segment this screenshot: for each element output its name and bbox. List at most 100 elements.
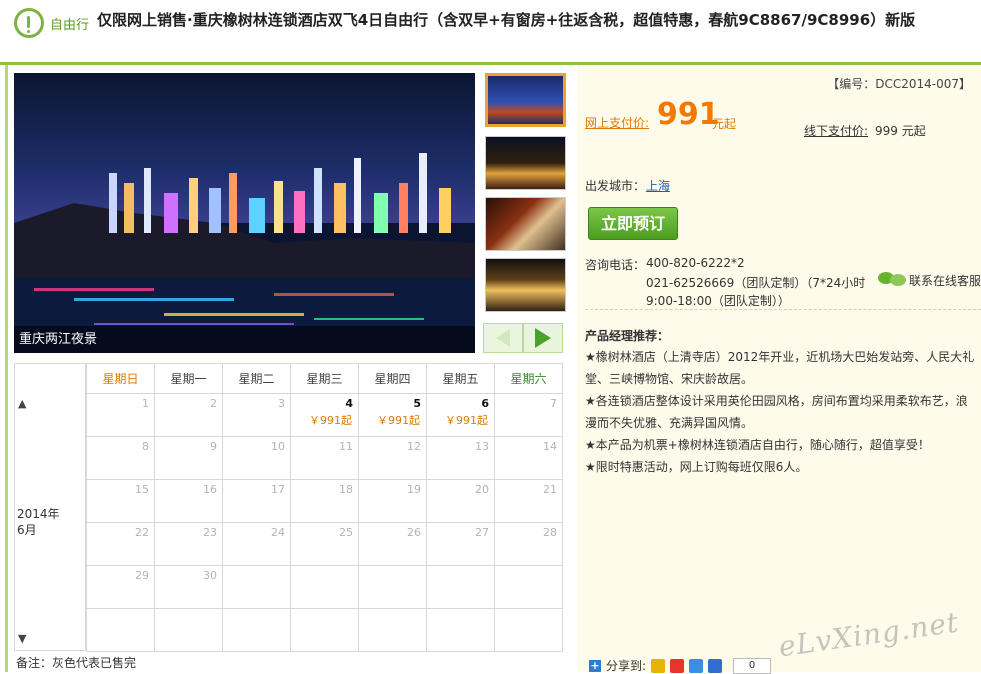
prev-month-arrow-icon[interactable]: ▲ [18, 397, 26, 410]
calendar-day-cell [494, 565, 563, 609]
day-number: 10 [271, 440, 285, 453]
main-photo[interactable]: 重庆两江夜景 [14, 73, 475, 353]
gallery-next-button[interactable] [523, 323, 563, 353]
recommendation-title: 产品经理推荐： [585, 329, 670, 343]
book-now-button[interactable]: 立即预订 [588, 207, 678, 240]
weekday-header: 星期日 [86, 363, 155, 394]
calendar-day-cell: 10 [222, 436, 291, 480]
day-number: 29 [135, 569, 149, 582]
online-service-link[interactable]: 联系在线客服 [909, 272, 981, 289]
calendar-day-cell: 19 [358, 479, 427, 523]
online-price-label[interactable]: 网上支付价: [585, 114, 649, 131]
day-number: 24 [271, 526, 285, 539]
section-divider [585, 309, 981, 311]
calendar-year: 2014年 [17, 507, 60, 521]
gallery-prev-button[interactable] [483, 323, 523, 353]
calendar-day-cell: 24 [222, 522, 291, 566]
calendar-day-cell [358, 608, 427, 652]
calendar-day-cell [222, 608, 291, 652]
day-number: 27 [475, 526, 489, 539]
calendar-day-cell [426, 565, 495, 609]
calendar-day-cell: 21 [494, 479, 563, 523]
day-number: 9 [210, 440, 217, 453]
thumbnail-3[interactable] [485, 197, 566, 251]
calendar-week-row: 29 30 [86, 565, 563, 609]
calendar-day-cell: 20 [426, 479, 495, 523]
calendar-day-cell: 18 [290, 479, 359, 523]
day-number: 5 [413, 397, 421, 410]
day-number: 30 [203, 569, 217, 582]
recommendation-item: ★橡树林酒店（上清寺店）2012年开业，近机场大巴始发站旁、人民大礼堂、三峡博物… [585, 350, 975, 386]
calendar-day-cell [358, 565, 427, 609]
arrow-left-icon [496, 329, 510, 347]
calendar-day-cell [494, 608, 563, 652]
day-number: 3 [278, 397, 285, 410]
day-number: 15 [135, 483, 149, 496]
day-number: 28 [543, 526, 557, 539]
share-label[interactable]: 分享到: [606, 657, 646, 674]
plus-icon[interactable]: + [589, 659, 601, 672]
calendar-day-cell [290, 565, 359, 609]
recommendation-item: ★本产品为机票+橡树林连锁酒店自由行，随心随行，超值享受！ [585, 438, 930, 452]
day-number: 26 [407, 526, 421, 539]
calendar-day-cell: 29 [86, 565, 155, 609]
day-number: 16 [203, 483, 217, 496]
calendar-day-cell: 23 [154, 522, 223, 566]
offline-price-label[interactable]: 线下支付价: [804, 122, 868, 139]
calendar-day-cell: 11 [290, 436, 359, 480]
chat-bubble-icon[interactable] [878, 271, 908, 287]
weekday-header: 星期一 [154, 363, 223, 394]
departure-calendar: ▲ 2014年 6月 ▼ 星期日 星期一 星期二 星期三 星期四 星期五 星期六… [14, 363, 563, 652]
day-number: 13 [475, 440, 489, 453]
next-month-arrow-icon[interactable]: ▼ [18, 632, 26, 645]
calendar-year-month: 2014年 6月 [17, 506, 77, 538]
calendar-day-cell: 7 [494, 393, 563, 437]
calendar-day-cell: 12 [358, 436, 427, 480]
calendar-day-cell: 9 [154, 436, 223, 480]
thumbnail-4[interactable] [485, 258, 566, 312]
day-number: 18 [339, 483, 353, 496]
tencent-share-icon[interactable] [689, 658, 704, 673]
departure-city-link[interactable]: 上海 [646, 177, 670, 194]
day-number: 23 [203, 526, 217, 539]
day-number: 17 [271, 483, 285, 496]
calendar-day-cell: 14 [494, 436, 563, 480]
calendar-week-row [86, 608, 563, 652]
calendar-day-cell: 28 [494, 522, 563, 566]
calendar-side: ▲ 2014年 6月 ▼ [14, 363, 86, 651]
weibo-share-icon[interactable] [670, 658, 685, 673]
product-code: 【编号：DCC2014-007】 [827, 77, 971, 91]
calendar-day-cell [86, 608, 155, 652]
calendar-day-cell[interactable]: 4 ￥991起 [290, 393, 359, 437]
calendar-day-cell: 1 [86, 393, 155, 437]
day-number: 4 [345, 397, 353, 410]
calendar-grid: 星期日 星期一 星期二 星期三 星期四 星期五 星期六 1 2 3 4 ￥991起 5 ￥9… [86, 363, 563, 652]
share-bar: + 分享到: 0 [589, 657, 772, 674]
phone-number: 400-820-6222*2 [646, 256, 745, 270]
calendar-week-row: 1 2 3 4 ￥991起 5 ￥991起 6 ￥991起 7 [86, 393, 563, 437]
thumbnail-1[interactable] [485, 73, 566, 127]
renren-share-icon[interactable] [708, 658, 723, 673]
phone-number-team: 021-62526669（团队定制）（7*24小时 [646, 276, 866, 290]
day-number: 8 [142, 440, 149, 453]
calendar-week-row: 8 9 10 11 12 13 14 [86, 436, 563, 480]
calendar-week-row: 15 16 17 18 19 20 21 [86, 479, 563, 523]
calendar-day-cell: 2 [154, 393, 223, 437]
calendar-note: 备注：灰色代表已售完 [16, 656, 137, 670]
day-price: ￥991起 [377, 414, 420, 427]
calendar-day-cell [154, 608, 223, 652]
qzone-share-icon[interactable] [651, 658, 666, 673]
calendar-day-cell: 22 [86, 522, 155, 566]
day-number: 7 [550, 397, 557, 410]
online-price-suffix: 元起 [712, 117, 737, 131]
thumbnail-2[interactable] [485, 136, 566, 190]
calendar-day-cell[interactable]: 5 ￥991起 [358, 393, 427, 437]
day-number: 25 [339, 526, 353, 539]
weekday-header: 星期五 [426, 363, 495, 394]
weekday-header: 星期六 [494, 363, 563, 394]
online-price: 991 [657, 97, 720, 132]
departure-city-label: 出发城市： [585, 179, 646, 193]
clock-icon [14, 8, 44, 38]
calendar-day-cell: 27 [426, 522, 495, 566]
calendar-day-cell[interactable]: 6 ￥991起 [426, 393, 495, 437]
